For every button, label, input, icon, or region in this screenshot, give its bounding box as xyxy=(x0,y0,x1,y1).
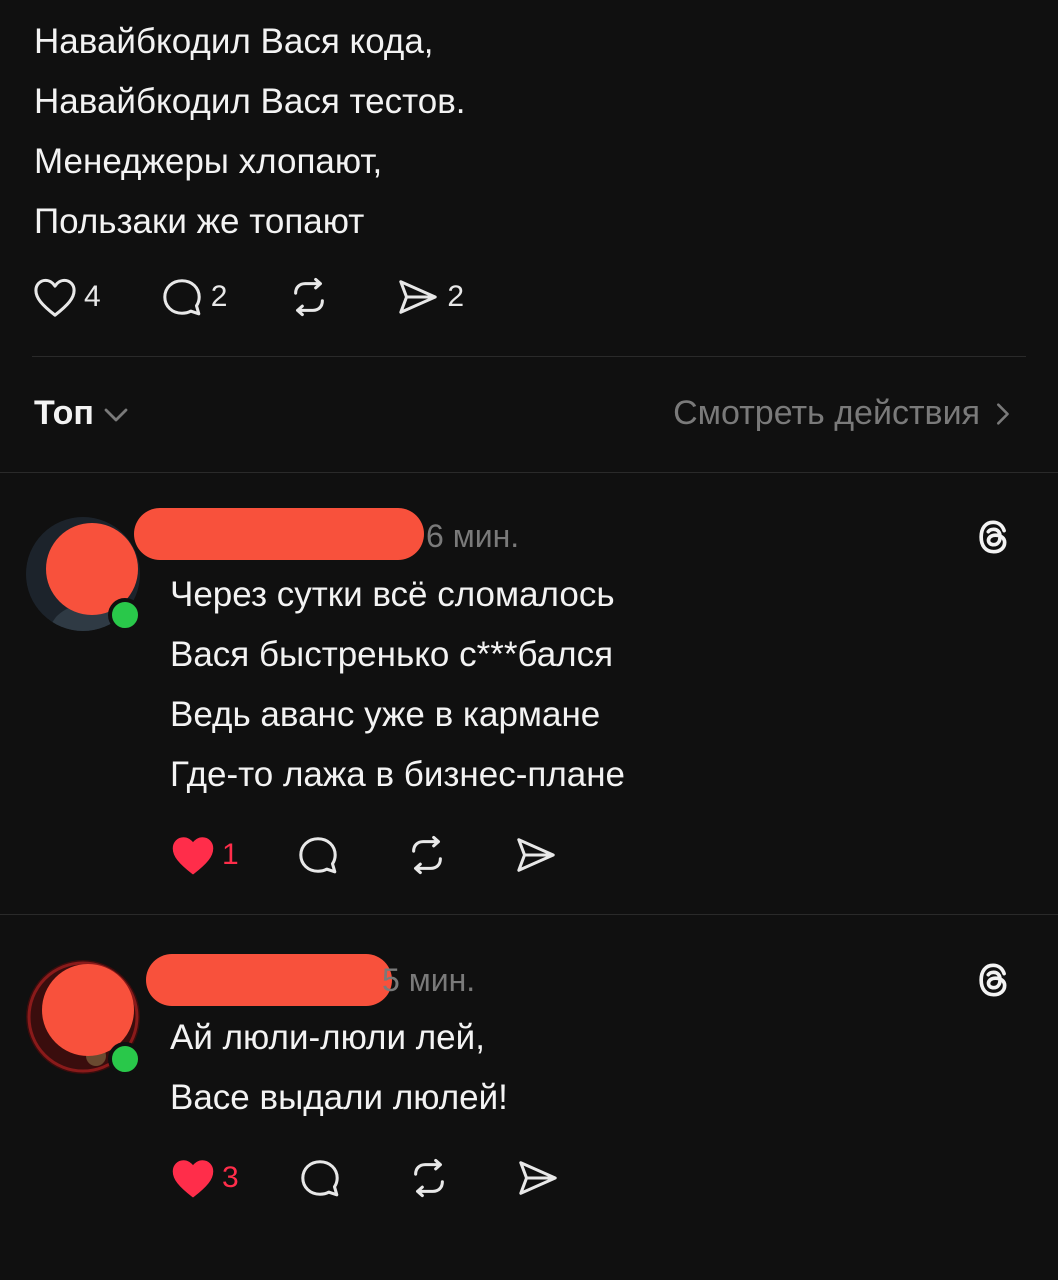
username-redacted xyxy=(134,508,424,560)
comment-time: 5 мин. xyxy=(382,962,476,998)
post-line: Менеджеры хлопают, xyxy=(34,142,383,181)
like-count: 4 xyxy=(84,280,101,313)
username-redacted xyxy=(146,954,392,1006)
repost-button[interactable] xyxy=(285,276,333,318)
repost-button[interactable] xyxy=(403,834,451,876)
comment-line: Васе выдали люлей! xyxy=(170,1078,508,1117)
comment-text: Через сутки всё сломалось Вася быстреньк… xyxy=(170,565,625,805)
share-button[interactable] xyxy=(513,834,559,876)
view-activity-label: Смотреть действия xyxy=(673,394,980,432)
send-icon xyxy=(516,838,555,872)
repost-button[interactable] xyxy=(405,1157,453,1199)
reply-count: 2 xyxy=(210,280,228,313)
sort-label: Топ xyxy=(34,394,94,432)
comment-line: Где-то лажа в бизнес-плане xyxy=(170,755,626,794)
like-count: 3 xyxy=(222,1161,239,1194)
comment-icon xyxy=(162,279,201,316)
comment-line: Ведь аванс уже в кармане xyxy=(170,695,601,734)
threads-icon[interactable] xyxy=(972,958,1016,1002)
comment-icon xyxy=(300,1160,339,1197)
reply-button[interactable]: 2 xyxy=(159,276,228,318)
comment-time: 6 мин. xyxy=(426,518,520,554)
post-line: Навайбкодил Вася тестов. xyxy=(34,82,466,121)
comment-text: Ай люли-люли лей, Васе выдали люлей! xyxy=(170,1008,508,1128)
threads-icon[interactable] xyxy=(972,515,1016,559)
like-button[interactable]: 1 xyxy=(170,834,239,876)
chevron-down-icon xyxy=(104,408,128,421)
repost-icon xyxy=(413,1158,444,1198)
post-line: Навайбкодил Вася кода, xyxy=(34,22,434,61)
comment-line: Вася быстренько с***бался xyxy=(170,635,614,674)
divider xyxy=(0,472,1058,473)
like-count: 1 xyxy=(222,838,239,871)
comment-actions: 1 xyxy=(170,834,559,876)
comment-actions: 3 xyxy=(170,1157,561,1199)
heart-filled-icon xyxy=(172,1160,214,1198)
divider xyxy=(32,356,1026,357)
repost-icon xyxy=(294,277,325,317)
share-button[interactable]: 2 xyxy=(395,276,464,318)
divider xyxy=(0,914,1058,915)
comment-icon xyxy=(298,837,337,874)
like-button[interactable]: 4 xyxy=(32,276,101,318)
post-text: Навайбкодил Вася кода, Навайбкодил Вася … xyxy=(34,12,466,252)
sort-dropdown[interactable]: Топ xyxy=(34,394,130,433)
comment-line: Ай люли-люли лей, xyxy=(170,1018,485,1057)
like-button[interactable]: 3 xyxy=(170,1157,239,1199)
post-line: Пользаки же топают xyxy=(34,202,365,241)
post-actions: 4 2 2 xyxy=(32,276,464,318)
online-indicator xyxy=(108,598,142,632)
view-activity-link[interactable]: Смотреть действия xyxy=(673,394,1012,433)
repost-icon xyxy=(411,835,442,875)
online-indicator xyxy=(108,1042,142,1076)
share-count: 2 xyxy=(447,280,465,313)
heart-icon xyxy=(34,278,76,317)
reply-button[interactable] xyxy=(295,834,341,876)
send-icon xyxy=(399,280,438,314)
reply-button[interactable] xyxy=(297,1157,343,1199)
heart-filled-icon xyxy=(172,837,214,875)
send-icon xyxy=(518,1161,557,1195)
chevron-right-icon xyxy=(996,402,1009,425)
comment-line: Через сутки всё сломалось xyxy=(170,575,615,614)
share-button[interactable] xyxy=(515,1157,561,1199)
